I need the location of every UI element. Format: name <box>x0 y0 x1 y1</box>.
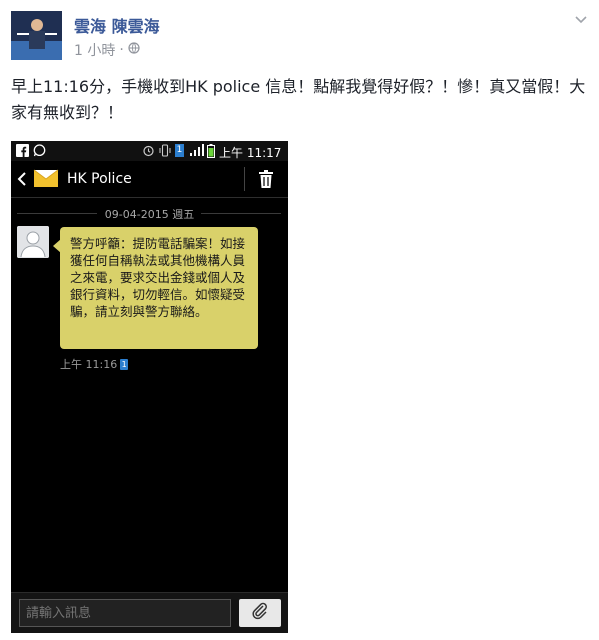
sim-icon: 1 <box>175 144 184 157</box>
globe-icon[interactable] <box>128 42 140 58</box>
vibrate-icon <box>159 144 171 160</box>
conversation-header: HK Police <box>11 161 288 198</box>
conversation-thread[interactable]: 09-04-2015 週五 警方呼籲：提防電話騙案！如接獲任何自稱執法或其他機構… <box>11 198 288 592</box>
message-bubble[interactable]: 警方呼籲：提防電話騙案！如接獲任何自稱執法或其他機構人員之來電，要求交出金錢或個… <box>60 227 258 349</box>
message-time-label: 上午 11:16 <box>60 358 118 371</box>
status-time: 上午 11:17 <box>219 146 282 160</box>
sim-icon: 1 <box>120 358 129 370</box>
divider <box>244 167 245 191</box>
separator-line <box>201 213 281 214</box>
post-text: 早上11:16分，手機收到HK police 信息！點解我覺得好假？！慘！真又當… <box>11 77 586 122</box>
date-separator: 09-04-2015 週五 <box>11 206 288 221</box>
contact-name: HK Police <box>67 171 132 187</box>
message-time: 上午 11:16 1 <box>60 356 129 372</box>
post-time[interactable]: 1 小時 <box>74 40 115 60</box>
whatsapp-icon <box>33 144 46 160</box>
post-meta: 1 小時 · <box>74 40 140 60</box>
facebook-icon <box>16 144 29 160</box>
envelope-icon <box>33 168 59 192</box>
attach-button[interactable] <box>239 599 281 627</box>
chevron-down-icon[interactable] <box>575 12 587 28</box>
alarm-icon <box>142 144 155 160</box>
paperclip-icon <box>251 602 269 624</box>
post-author[interactable]: 雲海 陳雲海 <box>74 13 160 37</box>
sms-screenshot: 1 上午 11:17 HK Police 09-04-2015 週五 警方呼籲：… <box>11 141 288 633</box>
trash-icon[interactable] <box>258 170 274 192</box>
profile-avatar[interactable] <box>11 11 62 60</box>
back-arrow-icon[interactable] <box>17 171 27 191</box>
compose-bar <box>11 592 288 633</box>
date-label: 09-04-2015 週五 <box>104 208 195 221</box>
battery-icon <box>207 144 215 161</box>
signal-icon <box>189 144 205 160</box>
message-input[interactable] <box>19 599 231 627</box>
status-bar: 1 上午 11:17 <box>11 141 288 161</box>
separator-dot: · <box>119 42 124 58</box>
contact-icon[interactable] <box>17 226 49 258</box>
